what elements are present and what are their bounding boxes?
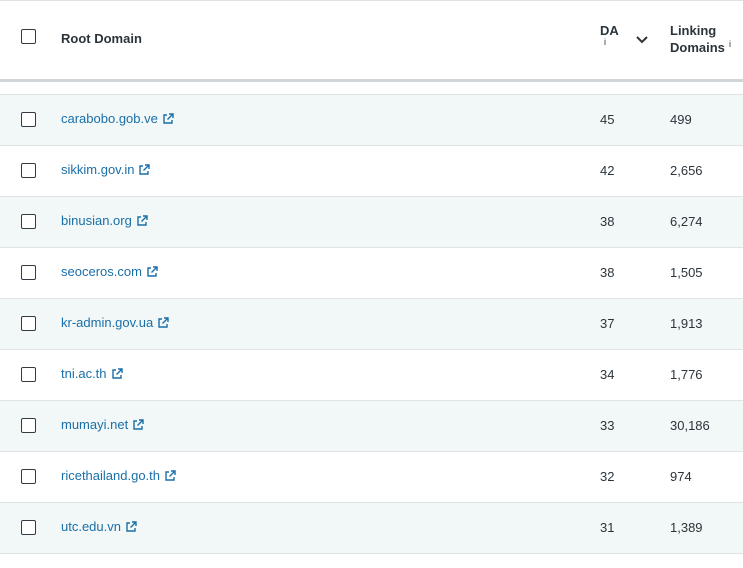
domain-text: sikkim.gov.in — [61, 162, 135, 177]
table-row: utc.edu.vn 31 1,389 — [0, 503, 743, 554]
table-row: sikkim.gov.in 42 2,656 — [0, 146, 743, 197]
linking-domains-value: 1,505 — [670, 265, 703, 280]
table-row: ricethailand.go.th 32 974 — [0, 452, 743, 503]
domain-text: seoceros.com — [61, 264, 142, 279]
da-value: 34 — [600, 367, 615, 382]
table-body: carabobo.gob.ve 45 499 sikkim.gov.in 42 … — [0, 95, 743, 554]
linking-info-icon[interactable]: i — [729, 39, 731, 49]
domain-link[interactable]: kr-admin.gov.ua — [61, 315, 169, 330]
domain-link[interactable]: binusian.org — [61, 213, 148, 228]
da-value: 31 — [600, 520, 615, 535]
table-row: tni.ac.th 34 1,776 — [0, 350, 743, 401]
table-row: mumayi.net 33 30,186 — [0, 401, 743, 452]
linking-domains-value: 1,776 — [670, 367, 703, 382]
row-checkbox[interactable] — [21, 316, 36, 331]
da-value: 45 — [600, 112, 615, 127]
linking-domains-value: 30,186 — [670, 418, 710, 433]
domain-text: ricethailand.go.th — [61, 468, 161, 483]
linking-domains-value: 974 — [670, 469, 692, 484]
linking-domains-value: 1,913 — [670, 316, 703, 331]
da-value: 32 — [600, 469, 615, 484]
da-value: 38 — [600, 265, 615, 280]
row-checkbox[interactable] — [21, 418, 36, 433]
linking-domains-value: 6,274 — [670, 214, 703, 229]
table-row: carabobo.gob.ve 45 499 — [0, 95, 743, 146]
external-link-icon — [163, 112, 174, 124]
select-all-checkbox[interactable] — [21, 29, 36, 44]
row-checkbox[interactable] — [21, 265, 36, 280]
domain-text: mumayi.net — [61, 417, 129, 432]
table-row: kr-admin.gov.ua 37 1,913 — [0, 299, 743, 350]
domain-link[interactable]: ricethailand.go.th — [61, 468, 176, 483]
linking-header-line2: Domains — [670, 40, 725, 55]
external-link-icon — [147, 265, 158, 277]
domain-link[interactable]: tni.ac.th — [61, 366, 123, 381]
external-link-icon — [133, 418, 144, 430]
chevron-down-icon[interactable] — [635, 35, 649, 45]
external-link-icon — [139, 163, 151, 175]
row-checkbox[interactable] — [21, 367, 36, 382]
header-spacer — [0, 82, 743, 95]
table-row: binusian.org 38 6,274 — [0, 197, 743, 248]
da-value: 42 — [600, 163, 615, 178]
table-row: seoceros.com 38 1,505 — [0, 248, 743, 299]
domain-link[interactable]: utc.edu.vn — [61, 519, 137, 534]
row-checkbox[interactable] — [21, 469, 36, 484]
row-checkbox[interactable] — [21, 112, 36, 127]
external-link-icon — [137, 214, 148, 226]
external-link-icon — [158, 316, 169, 328]
domain-link[interactable]: seoceros.com — [61, 264, 158, 279]
domain-link[interactable]: sikkim.gov.in — [61, 162, 151, 177]
da-value: 33 — [600, 418, 615, 433]
root-domain-header[interactable]: Root Domain — [61, 31, 142, 46]
external-link-icon — [111, 367, 123, 379]
domain-text: binusian.org — [61, 213, 132, 228]
domain-text: carabobo.gob.ve — [61, 111, 158, 126]
domain-text: kr-admin.gov.ua — [61, 315, 154, 330]
da-value: 37 — [600, 316, 615, 331]
da-value: 38 — [600, 214, 615, 229]
da-info-icon[interactable]: i — [604, 37, 606, 47]
table-header: Root Domain DA i Linking Domains i — [0, 0, 743, 82]
linking-header-line1: Linking — [670, 23, 717, 38]
external-link-icon — [126, 520, 137, 532]
row-checkbox[interactable] — [21, 520, 36, 535]
backlinks-table: Root Domain DA i Linking Domains i carab… — [0, 0, 743, 554]
domain-link[interactable]: mumayi.net — [61, 417, 144, 432]
row-checkbox[interactable] — [21, 214, 36, 229]
linking-domains-value: 499 — [670, 112, 692, 127]
da-header[interactable]: DA — [600, 23, 619, 38]
domain-link[interactable]: carabobo.gob.ve — [61, 111, 174, 126]
linking-domains-value: 2,656 — [670, 163, 703, 178]
row-checkbox[interactable] — [21, 163, 36, 178]
linking-domains-value: 1,389 — [670, 520, 703, 535]
external-link-icon — [165, 469, 176, 481]
domain-text: utc.edu.vn — [61, 519, 121, 534]
domain-text: tni.ac.th — [61, 366, 107, 381]
